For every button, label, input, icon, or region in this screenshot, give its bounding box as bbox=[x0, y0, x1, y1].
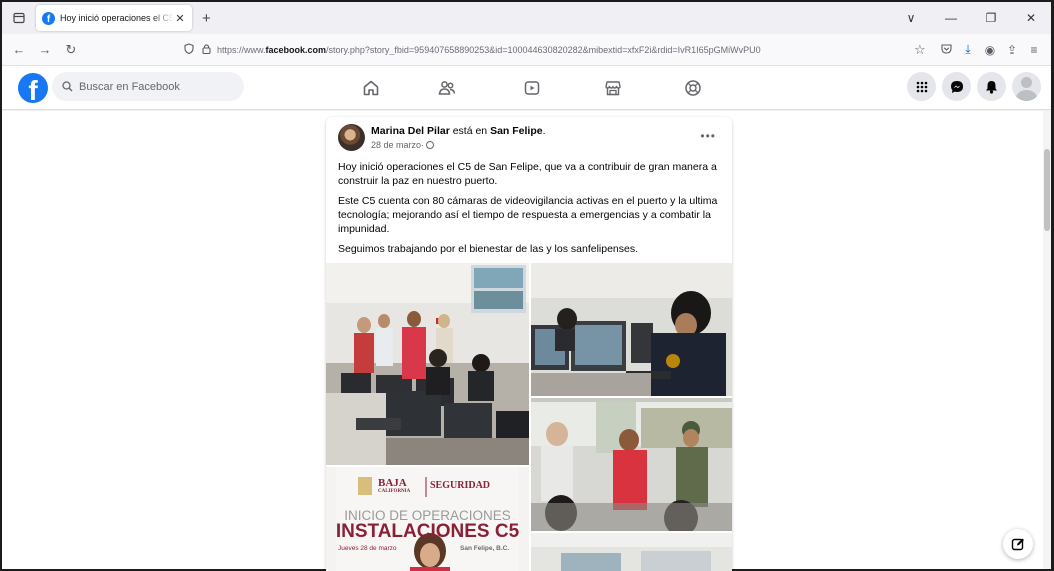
page-scrollbar[interactable] bbox=[1043, 111, 1051, 569]
restore-icon[interactable]: ❐ bbox=[971, 11, 1011, 25]
banner-brand-sub: CALIFORNIA bbox=[378, 489, 411, 494]
browser-tab-strip: f Hoy inició operaciones el C5 de ✕ + ∨ … bbox=[2, 2, 1051, 34]
facebook-search-box[interactable] bbox=[52, 72, 244, 101]
post-photo-officer-monitors[interactable] bbox=[531, 263, 732, 396]
account-icon[interactable]: ◉ bbox=[979, 43, 1001, 57]
place-suffix: . bbox=[542, 125, 546, 137]
banner-location: San Felipe, B.C. bbox=[460, 545, 510, 552]
menu-grid-icon[interactable] bbox=[907, 72, 936, 101]
facebook-header-actions bbox=[901, 72, 1041, 101]
window-controls: ∨ — ❐ ✕ bbox=[891, 11, 1051, 25]
post-options-icon[interactable]: ••• bbox=[700, 129, 716, 143]
messenger-icon[interactable] bbox=[942, 72, 971, 101]
new-tab-button[interactable]: + bbox=[202, 10, 211, 27]
nav-watch-icon[interactable] bbox=[518, 75, 546, 101]
search-icon bbox=[62, 81, 73, 92]
extensions-icon[interactable]: ⇪ bbox=[1001, 43, 1023, 57]
list-all-tabs-icon[interactable] bbox=[8, 7, 30, 29]
nav-home-icon[interactable] bbox=[357, 75, 385, 101]
bookmark-star-icon[interactable]: ☆ bbox=[914, 42, 926, 58]
facebook-logo-icon[interactable]: f bbox=[18, 73, 48, 103]
close-window-icon[interactable]: ✕ bbox=[1011, 11, 1051, 25]
browser-tab-active[interactable]: f Hoy inició operaciones el C5 de ✕ bbox=[36, 5, 192, 31]
nav-gaming-icon[interactable] bbox=[679, 75, 707, 101]
public-audience-icon bbox=[426, 141, 435, 149]
banner-brand: BAJA bbox=[378, 477, 407, 489]
browser-nav-bar: ← → ↻ https://www.facebook.com/story.php… bbox=[2, 34, 1051, 66]
menu-icon[interactable]: ≡ bbox=[1023, 43, 1045, 57]
profile-avatar-icon[interactable] bbox=[1012, 72, 1041, 101]
url-bar[interactable]: https://www.facebook.com/story.php?story… bbox=[184, 38, 904, 62]
minimize-icon[interactable]: — bbox=[931, 11, 971, 25]
post-author-line: Marina Del Pilar está en San Felipe. bbox=[371, 125, 546, 137]
search-input[interactable] bbox=[79, 80, 229, 93]
banner-date: Jueves 28 de marzo bbox=[338, 545, 397, 552]
post-paragraph: Hoy inició operaciones el C5 de San Feli… bbox=[338, 161, 717, 187]
tab-close-icon[interactable]: ✕ bbox=[174, 12, 186, 25]
banner-dept: SEGURIDAD bbox=[430, 480, 491, 491]
facebook-favicon-icon: f bbox=[42, 11, 55, 25]
post-paragraph: Seguimos trabajando por el bienestar de … bbox=[338, 243, 639, 255]
author-name-link[interactable]: Marina Del Pilar bbox=[371, 125, 450, 137]
notifications-bell-icon[interactable] bbox=[977, 72, 1006, 101]
reload-icon[interactable]: ↻ bbox=[58, 42, 84, 58]
new-message-compose-icon[interactable] bbox=[1003, 529, 1033, 559]
tracking-protection-shield-icon[interactable] bbox=[184, 43, 194, 56]
story-post: Marina Del Pilar está en San Felipe. 28 … bbox=[326, 117, 732, 571]
nav-friends-icon[interactable] bbox=[433, 75, 461, 101]
url-text[interactable]: https://www.facebook.com/story.php?story… bbox=[217, 45, 904, 55]
tab-overflow-chevron-icon[interactable]: ∨ bbox=[891, 11, 931, 25]
browser-toolbar: ⤓ ◉ ⇪ ≡ bbox=[935, 42, 1045, 57]
scrollbar-thumb[interactable] bbox=[1044, 149, 1050, 231]
lock-icon[interactable] bbox=[202, 43, 211, 56]
post-date-link[interactable]: 28 de marzo bbox=[371, 140, 421, 150]
back-arrow-icon[interactable]: ← bbox=[6, 42, 32, 57]
post-photo-governor-meeting[interactable] bbox=[531, 398, 732, 531]
page-content: Marina Del Pilar está en San Felipe. 28 … bbox=[2, 111, 1051, 571]
author-avatar[interactable] bbox=[338, 124, 365, 151]
post-photo-c5-banner[interactable]: BAJA CALIFORNIA SEGURIDAD INICIO DE OPER… bbox=[326, 467, 529, 571]
post-meta: 28 de marzo · bbox=[371, 140, 435, 150]
url-path: /story.php?story_fbid=959407658890253&id… bbox=[326, 44, 761, 55]
post-text: Hoy inició operaciones el C5 de San Feli… bbox=[338, 160, 722, 262]
url-domain: facebook.com bbox=[265, 44, 327, 55]
place-link[interactable]: San Felipe bbox=[490, 125, 543, 137]
meta-separator: · bbox=[421, 140, 425, 150]
pocket-icon[interactable] bbox=[935, 43, 957, 57]
facebook-header: f bbox=[2, 67, 1051, 110]
banner-line2: INSTALACIONES C5 bbox=[335, 521, 520, 542]
nav-marketplace-icon[interactable] bbox=[599, 75, 627, 101]
post-paragraph: Este C5 cuenta con 80 cámaras de videovi… bbox=[338, 195, 718, 235]
downloads-icon[interactable]: ⤓ bbox=[957, 42, 979, 57]
author-connector: está en bbox=[449, 125, 491, 137]
url-prefix: https://www. bbox=[217, 44, 266, 55]
post-photo-facility[interactable] bbox=[531, 533, 732, 571]
tab-title: Hoy inició operaciones el C5 de bbox=[60, 13, 174, 23]
post-photo-control-room-tour[interactable] bbox=[326, 263, 529, 465]
forward-arrow-icon[interactable]: → bbox=[32, 42, 58, 57]
